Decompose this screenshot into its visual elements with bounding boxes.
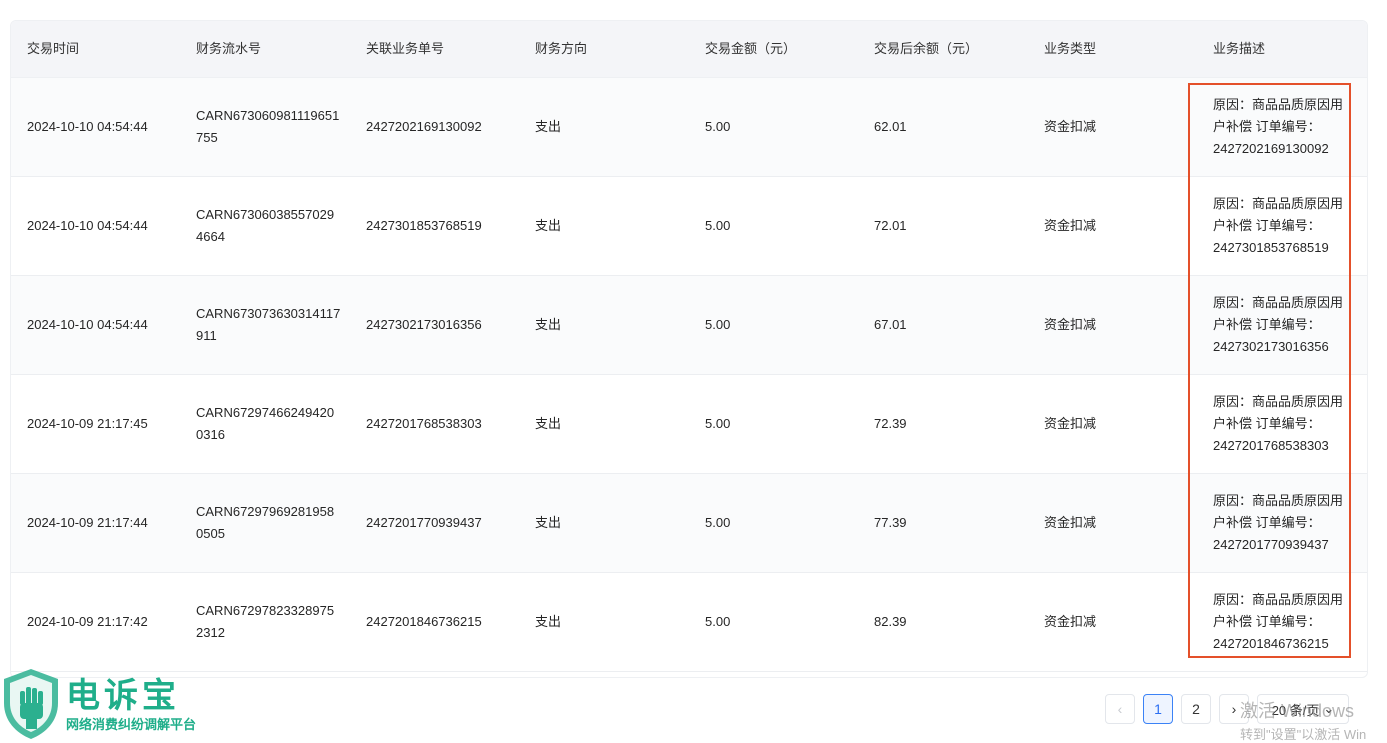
cell-type: 资金扣减 [1044, 416, 1097, 431]
cell-serial-text: CARN672979692819580505 [196, 504, 335, 541]
cell-order: 2427201846736215 [366, 614, 482, 629]
cell-description: 原因：商品品质原因用户补偿 订单编号：2427201846736215 [1197, 589, 1367, 655]
cell-type: 资金扣减 [1044, 614, 1097, 629]
cell-description-text: 原因：商品品质原因用户补偿 订单编号：2427202169130092 [1213, 97, 1344, 156]
cell-serial: CARN673073630314117911 [180, 303, 350, 347]
cell-serial-text: CARN673073630314117911 [196, 306, 341, 343]
cell-serial: CARN672979692819580505 [180, 501, 350, 545]
windows-activation-hint: 转到"设置"以激活 Win [1240, 727, 1367, 742]
chevron-left-icon: ‹ [1117, 701, 1123, 717]
cell-time: 2024-10-09 21:17:44 [27, 515, 148, 530]
cell-direction: 支出 [535, 119, 562, 134]
shield-fist-icon [4, 669, 58, 739]
cell-serial-text: CARN673060981119651755 [196, 108, 340, 145]
cell-direction: 支出 [535, 614, 562, 629]
table-row: 2024-10-10 04:54:44 CARN67306038557029466… [11, 177, 1367, 276]
cell-description-text: 原因：商品品质原因用户补偿 订单编号：2427201846736215 [1213, 592, 1344, 651]
table-row: 2024-10-10 04:54:44 CARN67306098111965175… [11, 78, 1367, 177]
cell-amount: 5.00 [705, 218, 731, 233]
page-1-button[interactable]: 1 [1143, 694, 1173, 724]
cell-balance: 72.01 [874, 218, 907, 233]
cell-serial: CARN672974662494200316 [180, 402, 350, 446]
cell-order: 2427201770939437 [366, 515, 482, 530]
cell-serial: CARN673060981119651755 [180, 105, 350, 149]
header-amount: 交易金额（元） [705, 41, 797, 56]
cell-description: 原因：商品品质原因用户补偿 订单编号：2427202169130092 [1197, 94, 1367, 160]
header-type: 业务类型 [1044, 41, 1097, 56]
cell-time: 2024-10-09 21:17:42 [27, 614, 148, 629]
cell-description: 原因：商品品质原因用户补偿 订单编号：2427201768538303 [1197, 391, 1367, 457]
cell-time: 2024-10-10 04:54:44 [27, 218, 148, 233]
cell-balance: 67.01 [874, 317, 907, 332]
cell-type: 资金扣减 [1044, 119, 1097, 134]
prev-page-button[interactable]: ‹ [1105, 694, 1135, 724]
table-row: 2024-10-09 21:17:44 CARN67297969281958050… [11, 474, 1367, 573]
header-balance: 交易后余额（元） [874, 41, 979, 56]
cell-time: 2024-10-10 04:54:44 [27, 317, 148, 332]
cell-order: 2427301853768519 [366, 218, 482, 233]
header-time: 交易时间 [27, 41, 80, 56]
cell-type: 资金扣减 [1044, 317, 1097, 332]
cell-direction: 支出 [535, 317, 562, 332]
header-description: 业务描述 [1213, 41, 1266, 56]
header-serial: 财务流水号 [196, 41, 262, 56]
cell-balance: 77.39 [874, 515, 907, 530]
cell-direction: 支出 [535, 416, 562, 431]
logo-title: 电诉宝 [66, 677, 180, 715]
cell-balance: 82.39 [874, 614, 907, 629]
cell-amount: 5.00 [705, 416, 731, 431]
cell-direction: 支出 [535, 218, 562, 233]
logo-subtitle: 网络消费纠纷调解平台 [66, 717, 197, 732]
cell-type: 资金扣减 [1044, 515, 1097, 530]
cell-amount: 5.00 [705, 317, 731, 332]
cell-serial: CARN672978233289752312 [180, 600, 350, 644]
cell-description-text: 原因：商品品质原因用户补偿 订单编号：2427201770939437 [1213, 493, 1344, 552]
cell-serial-text: CARN673060385570294664 [196, 207, 335, 244]
cell-description: 原因：商品品质原因用户补偿 订单编号：2427301853768519 [1197, 193, 1367, 259]
transaction-table: 交易时间 财务流水号 关联业务单号 财务方向 交易金额（元） 交易后余额（元） … [10, 20, 1368, 678]
cell-description-text: 原因：商品品质原因用户补偿 订单编号：2427301853768519 [1213, 196, 1344, 255]
cell-direction: 支出 [535, 515, 562, 530]
table-row: 2024-10-10 04:54:44 CARN67307363031411791… [11, 276, 1367, 375]
cell-time: 2024-10-10 04:54:44 [27, 119, 148, 134]
cell-balance: 62.01 [874, 119, 907, 134]
page-2-button[interactable]: 2 [1181, 694, 1211, 724]
cell-order: 2427302173016356 [366, 317, 482, 332]
cell-type: 资金扣减 [1044, 218, 1097, 233]
cell-description-text: 原因：商品品质原因用户补偿 订单编号：2427201768538303 [1213, 394, 1344, 453]
cell-serial-text: CARN672978233289752312 [196, 603, 335, 640]
cell-amount: 5.00 [705, 614, 731, 629]
cell-order: 2427201768538303 [366, 416, 482, 431]
cell-order: 2427202169130092 [366, 119, 482, 134]
cell-time: 2024-10-09 21:17:45 [27, 416, 148, 431]
cell-amount: 5.00 [705, 515, 731, 530]
cell-balance: 72.39 [874, 416, 907, 431]
chevron-right-icon: › [1231, 701, 1237, 717]
table-body: 2024-10-10 04:54:44 CARN67306098111965175… [11, 78, 1367, 672]
cell-description: 原因：商品品质原因用户补偿 订单编号：2427302173016356 [1197, 292, 1367, 358]
header-order: 关联业务单号 [366, 41, 445, 56]
windows-activation-watermark: 激活 Windows [1240, 701, 1355, 721]
table-row: 2024-10-09 21:17:45 CARN67297466249420031… [11, 375, 1367, 474]
cell-description-text: 原因：商品品质原因用户补偿 订单编号：2427302173016356 [1213, 295, 1344, 354]
cell-description: 原因：商品品质原因用户补偿 订单编号：2427201770939437 [1197, 490, 1367, 556]
header-direction: 财务方向 [535, 41, 588, 56]
table-row: 2024-10-09 21:17:42 CARN67297823328975231… [11, 573, 1367, 672]
cell-serial-text: CARN672974662494200316 [196, 405, 335, 442]
cell-amount: 5.00 [705, 119, 731, 134]
cell-serial: CARN673060385570294664 [180, 204, 350, 248]
table-header: 交易时间 财务流水号 关联业务单号 财务方向 交易金额（元） 交易后余额（元） … [11, 21, 1367, 78]
dianshubao-logo: 电诉宝 网络消费纠纷调解平台 [0, 665, 220, 740]
